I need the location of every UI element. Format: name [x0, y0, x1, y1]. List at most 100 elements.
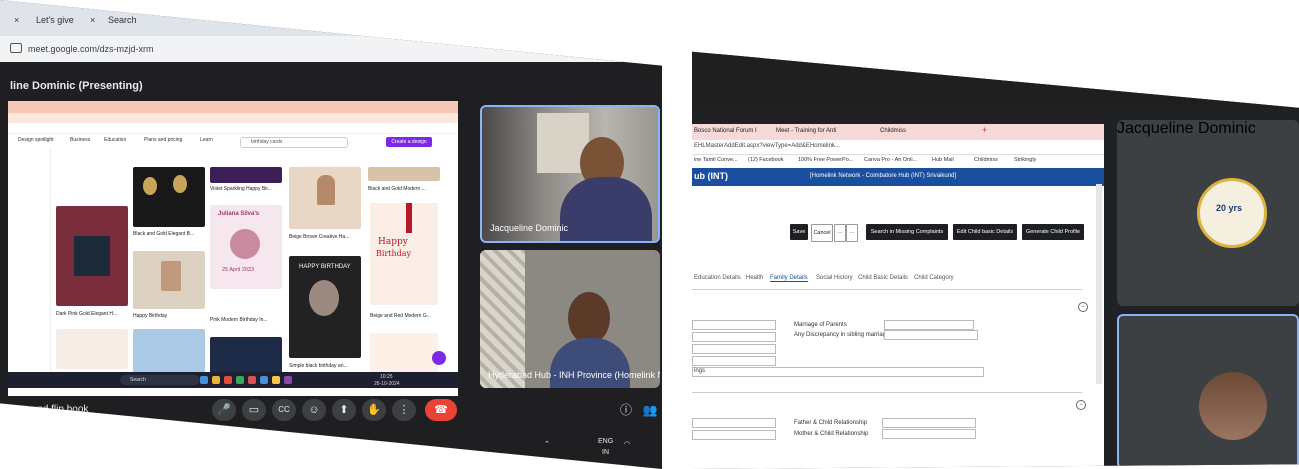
captions-button[interactable]: CC [272, 399, 296, 421]
divider [692, 392, 1082, 393]
wifi-icon: ◠ [624, 441, 631, 448]
input-field [882, 418, 976, 428]
browser-tab: Bosco National Forum I [694, 128, 757, 134]
end-call-button[interactable]: ☎ [425, 399, 457, 421]
bookmark: (12) Facebook [748, 157, 784, 163]
bookmark: Canva Pro - An Onli... [864, 157, 918, 163]
template-title: Pink Modern Birthday In... [210, 317, 268, 323]
menu-business: Business [70, 137, 91, 143]
bookmark: ine Tamil Conve... [694, 157, 738, 163]
more-icon: ··· [846, 224, 858, 242]
app-icon [200, 376, 208, 384]
present-button[interactable]: ⬆ [332, 399, 356, 421]
select-field [884, 330, 978, 340]
logo-text: 20 yrs [1216, 203, 1243, 213]
more-options-button[interactable]: ⋮ [392, 399, 416, 421]
app-icon [284, 376, 292, 384]
address-bar: EHLMasterAddEdit.aspx?viewType=Add&EHome… [692, 140, 1104, 155]
tray-chevron-icon: ⌃ [544, 441, 550, 448]
window-grill [480, 250, 525, 388]
people-icon[interactable]: 👥 [642, 402, 658, 418]
close-icon[interactable]: × [14, 15, 19, 25]
divider [692, 289, 1082, 290]
browser-tab: Meet - Training for Anti [776, 128, 837, 134]
participant-tile[interactable]: 20 yrs Jacqueline Dominic [1117, 120, 1299, 306]
field-label: Father & Child Relationship [794, 420, 868, 426]
participant-face [568, 292, 610, 344]
tab-health: Health [746, 275, 764, 281]
menu-design-spotlight: Design spotlight [18, 137, 54, 143]
card-heading: Juliana Silva's [218, 211, 260, 217]
right-screenshot: Bosco National Forum I Meet - Training f… [692, 51, 1299, 469]
folder-icon [212, 376, 220, 384]
template-title: Beige Brown Creative Ha... [289, 234, 350, 240]
template-title: Dark Pink Gold Elegant H... [56, 311, 118, 317]
tab-child-basic: Child Basic Details [858, 275, 909, 281]
more-icon: ··· [834, 224, 846, 242]
app-header-context: [Homelink Network - Coimbatore Hub (INT)… [810, 173, 957, 179]
left-screenshot: × Let's give × Search meet.google.com/dz… [0, 0, 662, 469]
app-icon [224, 376, 232, 384]
shared-screen: Design spotlight Business Education Plan… [8, 101, 458, 396]
tab-education: Education Details [694, 275, 741, 281]
participant-avatar [1199, 372, 1267, 440]
menu-education: Education [104, 137, 127, 143]
browser-tab-bar: × Let's give × Search [0, 0, 662, 36]
browser-tab[interactable]: Search [108, 15, 137, 25]
canva-search: birthday cards [240, 137, 348, 148]
select-field [692, 430, 776, 440]
template-title: Beige and Red Modern G... [370, 313, 431, 319]
template-card: Happy Birthday [370, 203, 438, 305]
template-title: Happy Birthday [133, 313, 168, 319]
template-card: Juliana Silva's 25 April 2023 [210, 205, 282, 289]
participant-tile[interactable] [1117, 314, 1299, 469]
bookmark: Strikingly [1014, 157, 1037, 163]
template-card [370, 333, 438, 375]
info-icon[interactable]: ⓘ [618, 402, 634, 418]
participant-body [560, 177, 652, 241]
browser-tab[interactable]: Let's give [36, 15, 74, 25]
close-icon[interactable]: × [90, 15, 95, 25]
shared-bookmarks-bar [8, 123, 458, 134]
help-icon [432, 351, 446, 365]
field-label: ings [694, 368, 706, 374]
create-design-button: Create a design [386, 137, 432, 147]
app-header-title: ub (INT) [694, 171, 728, 181]
participant-body [550, 338, 630, 388]
participant-tile[interactable]: Jacqueline Dominic [480, 105, 660, 243]
browser-tab-bar: Bosco National Forum I Meet - Training f… [692, 124, 1104, 140]
template-title: Black and Gold Elegant B... [133, 231, 195, 237]
tray-date: 26-10-2024 [374, 381, 400, 387]
mic-button[interactable]: 🎤 [212, 399, 236, 421]
participant-tile[interactable]: Hyderabad Hub - INH Province (Homelink N [480, 250, 660, 388]
tray-region: IN [602, 449, 609, 456]
template-card [56, 329, 128, 369]
bookmark: Childmiss [974, 157, 998, 163]
emoji-button[interactable]: ☺ [302, 399, 326, 421]
template-title: Black and Gold Modern ... [368, 186, 426, 192]
raise-hand-button[interactable]: ✋ [362, 399, 386, 421]
camera-button[interactable]: ▭ [242, 399, 266, 421]
template-card [368, 167, 440, 181]
card-heading: HAPPY BIRTHDAY [299, 264, 351, 270]
address-bar[interactable]: meet.google.com/dzs-mzjd-xrm [0, 36, 662, 62]
site-settings-icon[interactable] [10, 43, 22, 53]
cancel-button: Cancel [811, 224, 833, 242]
participant-name: Hyderabad Hub - INH Province (Homelink N [488, 370, 660, 380]
edit-child-details-button: Edit Child basic Details [953, 224, 1017, 240]
template-card: HAPPY BIRTHDAY [289, 256, 361, 358]
url-text[interactable]: meet.google.com/dzs-mzjd-xrm [28, 44, 154, 54]
menu-plans-pricing: Plans and pricing [144, 137, 183, 143]
select-field [692, 356, 776, 366]
shared-tab-bar [8, 101, 458, 113]
chrome-icon [272, 376, 280, 384]
bookmark: Hub Mail [932, 157, 954, 163]
windows-taskbar: Search 10:25 26-10-2024 [8, 372, 458, 388]
template-title: Violet Sparkling Happy Bir... [210, 186, 272, 192]
bookmarks-bar: ine Tamil Conve... (12) Facebook 100% Fr… [692, 155, 1104, 167]
tab-child-category: Child Category [914, 275, 954, 281]
taskbar-search: Search [120, 375, 200, 385]
select-field [692, 320, 776, 330]
scrollbar [1096, 184, 1102, 384]
bookmark: 100% Free PowerPo... [798, 157, 854, 163]
